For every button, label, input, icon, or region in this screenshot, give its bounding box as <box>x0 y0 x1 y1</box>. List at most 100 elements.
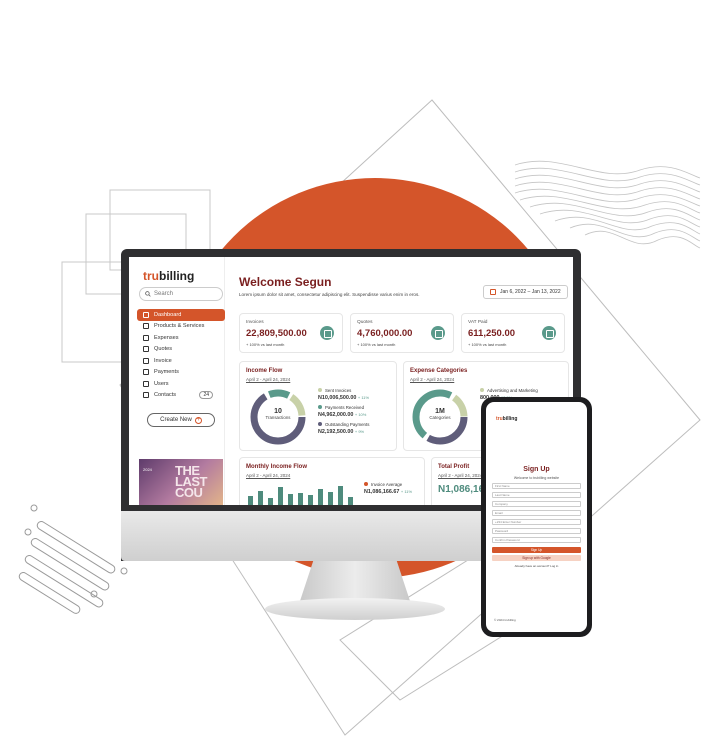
marketing-stage: trubilling Search Dashboard Products & S… <box>0 0 718 738</box>
create-new-button[interactable]: Create New + <box>147 413 215 427</box>
legend-item: Sent Invoices N10,006,500.00 + 11% <box>318 388 369 401</box>
donut-center: 1M Categories <box>418 408 462 420</box>
company-field[interactable]: Company <box>492 501 581 507</box>
logo-prefix: tru <box>496 416 503 422</box>
legend-label: Sent Invoices <box>325 388 352 393</box>
legend-amount: N4,962,000.00 <box>318 412 354 418</box>
monthly-income-panel: Monthly Income Flow April 2 - April 24, … <box>239 457 425 505</box>
sidebar-item-label: Contacts <box>154 392 177 399</box>
calendar-icon <box>490 289 496 295</box>
signup-screen: trubilling Sign Up Welcome to trubilling… <box>486 402 587 632</box>
card-change: + 100% vs last month <box>357 342 396 347</box>
card-change: + 100% vs last month <box>468 342 507 347</box>
sidebar-item-users[interactable]: Users <box>137 378 225 390</box>
donut-center-value: 1M <box>435 408 445 415</box>
sidebar-item-payments[interactable]: Payments <box>137 367 225 379</box>
monthly-legend: Invoice Average N1,086,166.67 + 11% <box>364 482 412 499</box>
signup-button[interactable]: Sign Up <box>492 547 581 553</box>
monthly-bar <box>268 498 273 505</box>
sidebar-item-label: Quotes <box>154 346 173 353</box>
legend-amount: N10,006,500.00 <box>318 395 357 401</box>
legend-delta: + 9% <box>354 429 365 434</box>
income-legend: Sent Invoices N10,006,500.00 + 11% Paymen… <box>318 388 369 439</box>
legend-dot <box>318 405 322 409</box>
quotes-card[interactable]: Quotes 4,760,000.00 + 100% vs last month <box>350 313 454 353</box>
panel-date-range[interactable]: April 2 - April 24, 2024 <box>246 377 290 382</box>
logo-suffix: billing <box>159 269 195 283</box>
monthly-bar <box>338 486 343 505</box>
last-name-field[interactable]: Last Name <box>492 492 581 498</box>
confirm-password-field[interactable]: Confirm Password <box>492 537 581 543</box>
sidebar-item-invoice[interactable]: Invoice <box>137 355 225 367</box>
login-link[interactable]: Already have an account? Log in <box>486 564 587 568</box>
sidebar-item-products[interactable]: Products & Services <box>137 321 225 333</box>
card-label: Invoices <box>246 320 264 325</box>
page-subtitle: Lorem ipsum dolor sit amet, consectetur … <box>239 292 420 297</box>
legend-delta: + 11% <box>400 489 413 494</box>
invoices-card[interactable]: Invoices 22,809,500.00 + 100% vs last mo… <box>239 313 343 353</box>
contacts-icon <box>143 392 149 399</box>
password-field[interactable]: Password <box>492 528 581 534</box>
monitor-stand-base <box>265 598 445 620</box>
panel-date-range[interactable]: April 2 - April 24, 2024 <box>246 473 290 478</box>
card-value: 22,809,500.00 <box>246 328 307 339</box>
donut-center-label: Categories <box>429 415 451 420</box>
card-label: Quotes <box>357 320 373 325</box>
quote-icon <box>143 346 149 353</box>
sidebar-item-label: Payments <box>154 369 179 376</box>
search-input[interactable]: Search <box>139 287 223 301</box>
panel-title: Expense Categories <box>410 368 468 374</box>
legend-amount: N2,192,500.00 <box>318 429 354 435</box>
logo-prefix: tru <box>143 269 159 283</box>
expense-icon <box>143 334 149 341</box>
invoice-icon <box>320 326 334 340</box>
sidebar-item-quotes[interactable]: Quotes <box>137 344 225 356</box>
legend-label: Invoice Average <box>371 482 403 487</box>
app-logo[interactable]: trubilling <box>143 269 194 283</box>
first-name-field[interactable]: First Name <box>492 483 581 489</box>
card-value: 4,760,000.00 <box>357 328 413 339</box>
phone-footer: © 2024 trubilling <box>494 618 516 622</box>
monthly-bar <box>278 487 283 505</box>
date-range-picker[interactable]: Jan 6, 2022 – Jan 13, 2022 <box>483 285 568 299</box>
panel-date-range[interactable]: April 2 - April 24, 2024 <box>438 473 482 478</box>
vat-card[interactable]: VAT Paid 611,250.00 + 100% vs last month <box>461 313 565 353</box>
legend-item: Invoice Average N1,086,166.67 + 11% <box>364 482 412 495</box>
monthly-bar-chart <box>248 484 358 505</box>
logo-suffix: billing <box>502 416 518 422</box>
box-icon <box>143 323 149 330</box>
calculator-icon <box>542 326 556 340</box>
legend-dot <box>318 388 322 392</box>
google-signup-button[interactable]: Sign up with Google <box>492 555 581 561</box>
monthly-bar <box>258 491 263 505</box>
legend-label: Outstanding Payments <box>325 422 370 427</box>
sidebar-item-dashboard[interactable]: Dashboard <box>137 309 225 321</box>
page-title: Welcome Segun <box>239 275 332 289</box>
plus-icon: + <box>194 416 202 424</box>
legend-amount: N1,086,166.67 <box>364 489 400 495</box>
quote-icon <box>431 326 445 340</box>
create-new-label: Create New <box>160 417 192 423</box>
legend-label: Advertising and Marketing <box>487 388 538 393</box>
monthly-bar <box>308 495 313 505</box>
panel-title: Income Flow <box>246 368 283 374</box>
email-field[interactable]: Email <box>492 510 581 516</box>
promo-title: THE LAST COU <box>175 463 207 500</box>
sidebar-item-expenses[interactable]: Expenses <box>137 332 225 344</box>
income-flow-panel: Income Flow April 2 - April 24, 2024 10 … <box>239 361 397 451</box>
sidebar-item-contacts[interactable]: Contacts 24 <box>137 390 225 402</box>
legend-dot <box>480 388 484 392</box>
panel-title: Monthly Income Flow <box>246 464 307 470</box>
phone-number-field[interactable]: +234 Enter Number <box>492 519 581 525</box>
monthly-bar <box>298 493 303 505</box>
donut-center: 10 Transactions <box>256 408 300 420</box>
panel-date-range[interactable]: April 2 - April 24, 2024 <box>410 377 454 382</box>
monthly-bar <box>328 492 333 505</box>
sidebar-item-label: Invoice <box>154 357 172 364</box>
legend-delta: + 10% <box>354 412 367 417</box>
legend-delta: + 11% <box>357 395 370 400</box>
summary-cards: Invoices 22,809,500.00 + 100% vs last mo… <box>239 313 565 353</box>
promo-banner[interactable]: 2024 THE LAST COU <box>139 459 223 505</box>
users-icon <box>143 380 149 387</box>
sidebar-nav: Dashboard Products & Services Expenses Q… <box>137 309 225 401</box>
